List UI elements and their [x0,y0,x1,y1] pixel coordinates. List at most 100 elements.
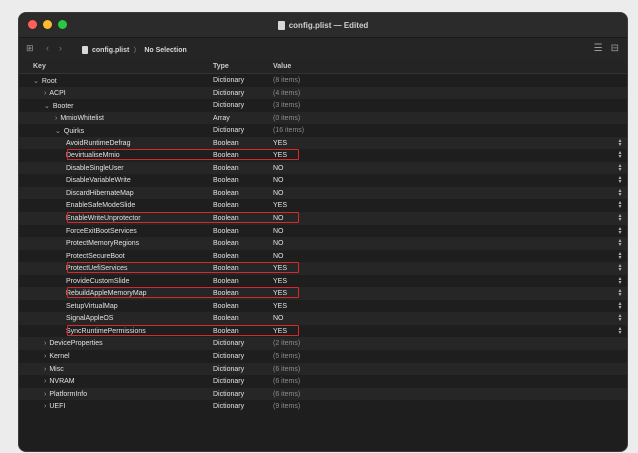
split-view-icon[interactable]: ⊟ [611,43,619,54]
row-type[interactable]: Boolean [213,190,239,197]
plist-row-misc[interactable]: › Misc Dictionary (6 items) [19,362,627,376]
boolean-stepper-icon[interactable]: ▴ ▾ [617,326,623,336]
boolean-stepper-icon[interactable]: ▴ ▾ [617,150,623,160]
row-value[interactable]: NO [273,177,284,184]
plist-row-protectuefiservices[interactable]: ProtectUefiServices Boolean YES ▴ ▾ [19,262,627,275]
boolean-stepper-icon[interactable]: ▴ ▾ [617,263,623,273]
boolean-stepper-icon[interactable]: ▴ ▾ [617,301,623,311]
row-type[interactable]: Boolean [213,278,239,285]
row-value[interactable]: (0 items) [273,115,300,122]
plist-row-discardhibernatemap[interactable]: DiscardHibernateMap Boolean NO ▴ ▾ [19,186,627,200]
row-value[interactable]: NO [273,240,284,247]
column-value[interactable]: Value [273,63,291,70]
plist-row-enablesafemodeslide[interactable]: EnableSafeModeSlide Boolean YES ▴ ▾ [19,199,627,212]
row-value[interactable]: NO [273,253,284,260]
row-type[interactable]: Boolean [213,303,239,310]
plist-row-kernel[interactable]: › Kernel Dictionary (5 items) [19,350,627,363]
chevron-right-icon[interactable]: › [44,340,46,347]
list-view-icon[interactable]: ☰ [594,43,603,54]
row-type[interactable]: Dictionary [213,127,244,134]
row-key[interactable]: › NVRAM [44,378,75,385]
row-type[interactable]: Boolean [213,315,239,322]
row-type[interactable]: Dictionary [213,102,244,109]
plist-row-devirtualisemmio[interactable]: DevirtualiseMmio Boolean YES ▴ ▾ [19,149,627,162]
plist-row-forceexitbootservices[interactable]: ForceExitBootServices Boolean NO ▴ ▾ [19,225,627,238]
row-key[interactable]: SignalAppleOS [66,315,113,322]
plist-row-uefi[interactable]: › UEFI Dictionary (9 items) [19,400,627,413]
grid-icon[interactable]: ⊞ [26,44,35,53]
plist-row-nvram[interactable]: › NVRAM Dictionary (6 items) [19,375,627,388]
row-type[interactable]: Boolean [213,228,239,235]
row-value[interactable]: (6 items) [273,366,300,373]
chevron-right-icon[interactable]: › [44,403,46,410]
chevron-right-icon[interactable]: › [44,90,46,97]
row-value[interactable]: YES [273,202,287,209]
row-value[interactable]: YES [273,303,287,310]
row-value[interactable]: (5 items) [273,353,300,360]
row-value[interactable]: YES [273,278,287,285]
plist-row-deviceproperties[interactable]: › DeviceProperties Dictionary (2 items) [19,337,627,351]
row-key[interactable]: › ACPI [44,90,66,97]
boolean-stepper-icon[interactable]: ▴ ▾ [617,288,623,298]
row-key[interactable]: ForceExitBootServices [66,228,137,235]
boolean-stepper-icon[interactable]: ▴ ▾ [617,238,623,248]
row-key[interactable]: AvoidRuntimeDefrag [66,140,130,147]
row-value[interactable]: NO [273,190,284,197]
row-key[interactable]: › PlatformInfo [44,391,87,398]
row-value[interactable]: (6 items) [273,378,300,385]
chevron-down-icon[interactable]: ⌄ [55,128,61,135]
row-value[interactable]: (6 items) [273,391,300,398]
chevron-right-icon[interactable]: › [44,353,46,360]
row-key[interactable]: SetupVirtualMap [66,303,118,310]
row-value[interactable]: NO [273,165,284,172]
boolean-stepper-icon[interactable]: ▴ ▾ [617,188,623,198]
row-key[interactable]: DisableSingleUser [66,165,124,172]
row-value[interactable]: (8 items) [273,77,300,84]
boolean-stepper-icon[interactable]: ▴ ▾ [617,200,623,210]
row-type[interactable]: Boolean [213,165,239,172]
row-type[interactable]: Dictionary [213,366,244,373]
breadcrumb[interactable]: config.plist 〉 No Selection [82,45,187,55]
row-value[interactable]: (2 items) [273,340,300,347]
plist-row-signalappleos[interactable]: SignalAppleOS Boolean NO ▴ ▾ [19,312,627,325]
boolean-stepper-icon[interactable]: ▴ ▾ [617,313,623,323]
row-key[interactable]: DiscardHibernateMap [66,190,134,197]
boolean-stepper-icon[interactable]: ▴ ▾ [617,175,623,185]
boolean-stepper-icon[interactable]: ▴ ▾ [617,276,623,286]
plist-row-quirks[interactable]: ⌄ Quirks Dictionary (16 items) [19,124,627,137]
row-value[interactable]: (16 items) [273,127,304,134]
row-value[interactable]: YES [273,140,287,147]
row-type[interactable]: Dictionary [213,77,244,84]
row-key[interactable]: › UEFI [44,403,65,410]
chevron-right-icon[interactable]: › [44,391,46,398]
chevron-down-icon[interactable]: ⌄ [33,78,39,85]
breadcrumb-file[interactable]: config.plist [92,47,129,54]
row-type[interactable]: Boolean [213,140,239,147]
boolean-stepper-icon[interactable]: ▴ ▾ [617,138,623,148]
row-key[interactable]: DisableVariableWrite [66,177,131,184]
chevron-right-icon[interactable]: › [44,378,46,385]
row-key[interactable]: ⌄ Booter [44,102,74,110]
row-value[interactable]: (3 items) [273,102,300,109]
plist-row-rebuildapplememorymap[interactable]: RebuildAppleMemoryMap Boolean YES ▴ ▾ [19,287,627,300]
plist-row-mmiowhitelist[interactable]: › MmioWhitelist Array (0 items) [19,111,627,125]
row-value[interactable]: NO [273,228,284,235]
row-key[interactable]: › DeviceProperties [44,340,103,347]
boolean-stepper-icon[interactable]: ▴ ▾ [617,163,623,173]
row-type[interactable]: Dictionary [213,353,244,360]
plist-row-platforminfo[interactable]: › PlatformInfo Dictionary (6 items) [19,387,627,401]
plist-row-disablevariablewrite[interactable]: DisableVariableWrite Boolean NO ▴ ▾ [19,174,627,187]
plist-row-setupvirtualmap[interactable]: SetupVirtualMap Boolean YES ▴ ▾ [19,300,627,313]
row-value[interactable]: (4 items) [273,90,300,97]
row-key[interactable]: › Misc [44,366,64,373]
back-icon[interactable]: ‹ [46,43,49,53]
row-type[interactable]: Boolean [213,253,239,260]
row-key[interactable]: EnableSafeModeSlide [66,202,135,209]
row-value[interactable]: NO [273,315,284,322]
row-key[interactable]: ProtectSecureBoot [66,253,125,260]
row-type[interactable]: Array [213,115,230,122]
plist-row-booter[interactable]: ⌄ Booter Dictionary (3 items) [19,99,627,112]
plist-row-avoidruntimedefrag[interactable]: AvoidRuntimeDefrag Boolean YES ▴ ▾ [19,136,627,150]
boolean-stepper-icon[interactable]: ▴ ▾ [617,226,623,236]
column-key[interactable]: Key [33,63,46,70]
